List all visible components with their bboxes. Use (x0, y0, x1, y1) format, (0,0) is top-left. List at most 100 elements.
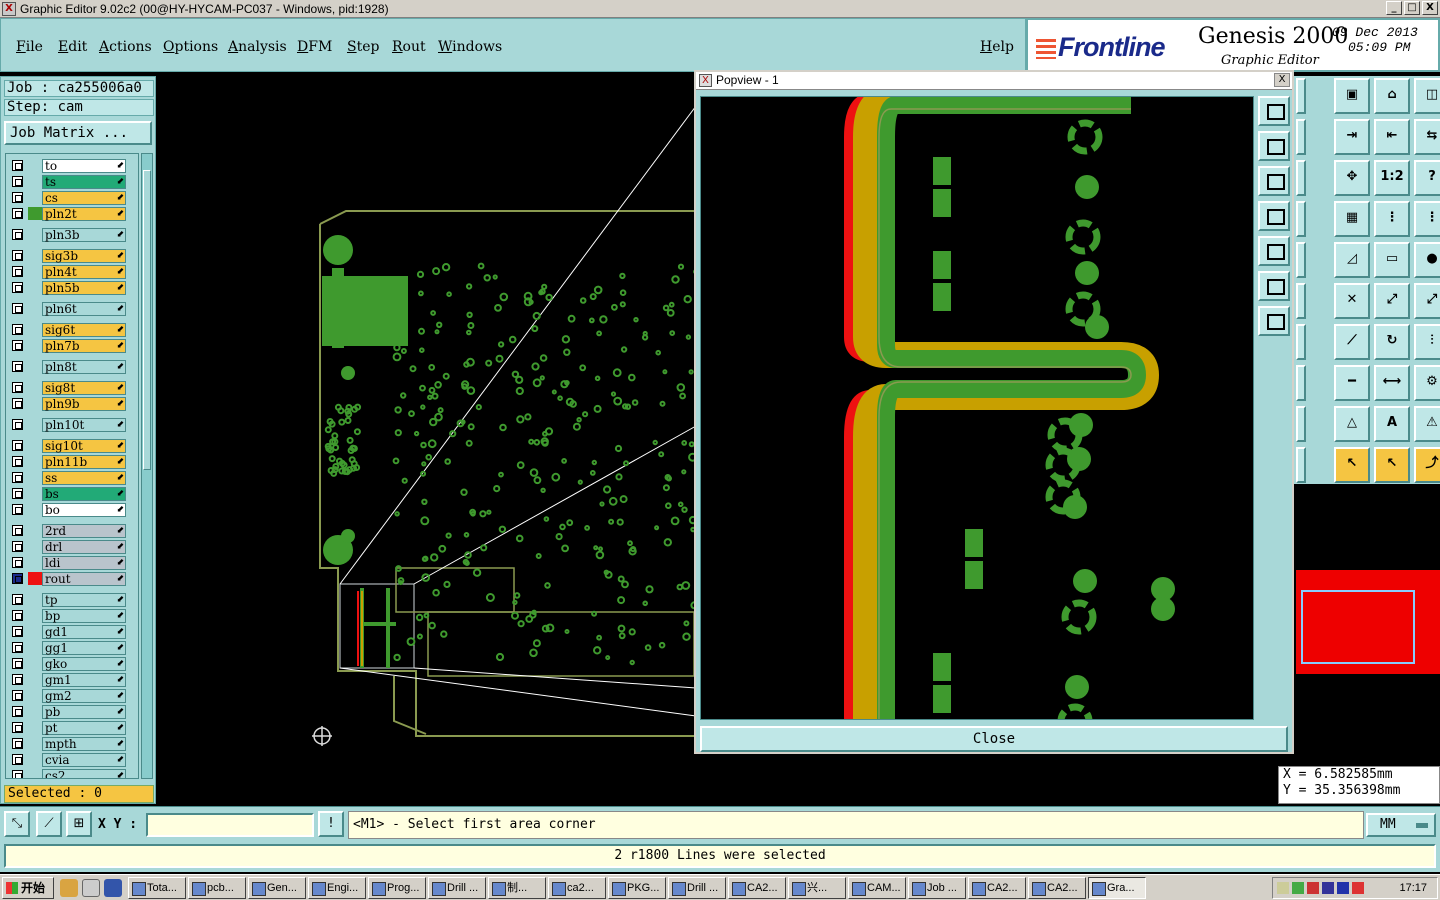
tool-select-1-icon[interactable]: ▣ (1334, 78, 1370, 114)
popview-move-icon[interactable] (1258, 271, 1290, 301)
tool-route-2-icon[interactable]: ⟷ (1374, 365, 1410, 401)
tool-pan-0-icon[interactable] (1296, 160, 1306, 196)
tool-measure-0-icon[interactable] (1296, 201, 1306, 237)
tool-line-0-icon[interactable] (1296, 324, 1306, 360)
xy-input[interactable] (146, 813, 314, 837)
menu-actions[interactable]: Actions (99, 39, 152, 55)
grid-icon[interactable]: ⊞ (66, 811, 92, 837)
layer-color-swatch[interactable] (28, 689, 42, 702)
job-matrix-button[interactable]: Job Matrix ... (4, 121, 152, 145)
layer-name[interactable]: pln3b (42, 228, 126, 242)
layer-color-swatch[interactable] (28, 265, 42, 278)
tool-route-1-icon[interactable]: ━ (1334, 365, 1370, 401)
layer-color-swatch[interactable] (28, 207, 42, 220)
layer-color-swatch[interactable] (28, 593, 42, 606)
layer-color-swatch[interactable] (28, 249, 42, 262)
layer-row-ss[interactable]: ss (6, 470, 138, 485)
layer-list-scrollbar[interactable] (141, 153, 153, 779)
layer-color-swatch[interactable] (28, 625, 42, 638)
layer-name[interactable]: pb (42, 705, 126, 719)
layer-checkbox[interactable] (12, 250, 23, 261)
layer-color-swatch[interactable] (28, 641, 42, 654)
layer-row-bs[interactable]: bs (6, 486, 138, 501)
tool-add-2-icon[interactable]: ▭ (1374, 242, 1410, 278)
layer-checkbox[interactable] (12, 642, 23, 653)
layer-checkbox[interactable] (12, 610, 23, 621)
tool-pan-2-icon[interactable]: 1:2 (1374, 160, 1410, 196)
layer-color-swatch[interactable] (28, 397, 42, 410)
menu-file[interactable]: File (16, 39, 43, 55)
tool-measure-2-icon[interactable]: ⋮ (1374, 201, 1410, 237)
tool-move-1-icon[interactable]: ✕ (1334, 283, 1370, 319)
layer-row-pln3b[interactable]: pln3b (6, 227, 138, 242)
tool-select-0-icon[interactable] (1296, 78, 1306, 114)
start-button[interactable]: 开始 (2, 876, 54, 899)
taskbar-task[interactable]: Gra... (1088, 876, 1146, 899)
layer-name[interactable]: mpth (42, 737, 126, 751)
layer-color-swatch[interactable] (28, 228, 42, 241)
layer-color-swatch[interactable] (28, 175, 42, 188)
layer-checkbox[interactable] (12, 229, 23, 240)
tool-select-3-icon[interactable]: ◫ (1414, 78, 1440, 114)
layer-color-swatch[interactable] (28, 673, 42, 686)
layer-name[interactable]: pln4t (42, 265, 126, 279)
layer-color-swatch[interactable] (28, 471, 42, 484)
layer-checkbox[interactable] (12, 626, 23, 637)
tool-measure-1-icon[interactable]: ▦ (1334, 201, 1370, 237)
layer-name[interactable]: ts (42, 175, 126, 189)
tool-pointer-2-icon[interactable]: ↖ (1374, 447, 1410, 483)
layer-color-swatch[interactable] (28, 609, 42, 622)
layer-checkbox[interactable] (12, 440, 23, 451)
quick-launch-edit-icon[interactable] (82, 878, 100, 897)
popview-pan-icon[interactable] (1258, 131, 1290, 161)
tool-move-3-icon[interactable]: ⤢ (1414, 283, 1440, 319)
tool-route-0-icon[interactable] (1296, 365, 1306, 401)
layer-name[interactable]: cvia (42, 753, 126, 767)
tool-zoom-1-icon[interactable]: ⇥ (1334, 119, 1370, 155)
layer-row-cs[interactable]: cs (6, 190, 138, 205)
layer-row-gg1[interactable]: gg1 (6, 640, 138, 655)
menu-windows[interactable]: Windows (438, 39, 502, 55)
taskbar-task[interactable]: Engi... (308, 876, 366, 899)
taskbar-task[interactable]: Prog... (368, 876, 426, 899)
tool-shape-2-icon[interactable]: A (1374, 406, 1410, 442)
tool-pointer-0-icon[interactable] (1296, 447, 1306, 483)
tool-shape-0-icon[interactable] (1296, 406, 1306, 442)
layer-checkbox[interactable] (12, 504, 23, 515)
layer-row-gm2[interactable]: gm2 (6, 688, 138, 703)
layer-checkbox[interactable] (12, 472, 23, 483)
taskbar-task[interactable]: CA2... (1028, 876, 1086, 899)
layer-checkbox[interactable] (12, 456, 23, 467)
layer-checkbox[interactable] (12, 674, 23, 685)
tool-shape-1-icon[interactable]: △ (1334, 406, 1370, 442)
taskbar-task[interactable]: CAM... (848, 876, 906, 899)
taskbar-task[interactable]: Drill ... (428, 876, 486, 899)
taskbar-task[interactable]: ca2... (548, 876, 606, 899)
layer-row-pb[interactable]: pb (6, 704, 138, 719)
layer-row-bp[interactable]: bp (6, 608, 138, 623)
layer-name[interactable]: pln5b (42, 281, 126, 295)
menu-options[interactable]: Options (163, 39, 218, 55)
menu-step[interactable]: Step (347, 39, 379, 55)
layer-row-ts[interactable]: ts (6, 174, 138, 189)
minimize-button[interactable]: _ (1386, 1, 1402, 15)
layer-name[interactable]: sig6t (42, 323, 126, 337)
layer-row-to[interactable]: to (6, 158, 138, 173)
layer-checkbox[interactable] (12, 738, 23, 749)
taskbar-task[interactable]: 制... (488, 876, 546, 899)
layer-color-swatch[interactable] (28, 455, 42, 468)
layer-row-pln11b[interactable]: pln11b (6, 454, 138, 469)
popview-home-icon[interactable] (1258, 201, 1290, 231)
layer-row-rout[interactable]: rout (6, 571, 138, 586)
layer-color-swatch[interactable] (28, 439, 42, 452)
zoom-area-icon[interactable]: ⟋ (36, 811, 62, 837)
menu-analysis[interactable]: Analysis (228, 39, 287, 55)
layer-name[interactable]: 2rd (42, 524, 126, 538)
layer-checkbox[interactable] (12, 208, 23, 219)
layer-name[interactable]: bp (42, 609, 126, 623)
layer-checkbox[interactable] (12, 176, 23, 187)
taskbar-task[interactable]: CA2... (968, 876, 1026, 899)
tray-lang-icon[interactable] (1337, 882, 1349, 894)
tool-pointer-3-icon[interactable]: ⤴ (1414, 447, 1440, 483)
taskbar-task[interactable]: CA2... (728, 876, 786, 899)
